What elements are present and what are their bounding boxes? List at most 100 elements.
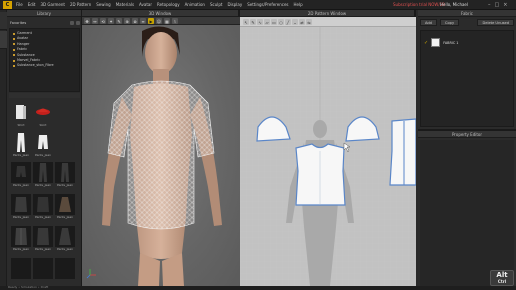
folder-icon (13, 43, 15, 46)
menu-3d-garment[interactable]: 3D Garment (40, 0, 64, 10)
library-thumbnail[interactable]: Pants_Jean (33, 162, 53, 190)
notch-icon[interactable]: ⌄ (292, 19, 298, 25)
skirt-icon (59, 197, 71, 212)
fabric-swatch (431, 38, 441, 47)
menu-help[interactable]: Help (294, 0, 303, 10)
tack-icon[interactable]: ⊗ (132, 18, 138, 24)
keystroke-line-1: Alt (496, 271, 508, 279)
library-thumbnail[interactable]: Pants_Jean (33, 132, 53, 160)
pattern-back-body[interactable] (389, 118, 416, 186)
library-thumbnail[interactable]: Pants_Jean (11, 226, 31, 254)
library-thumbnail[interactable]: Pants_Jean (55, 194, 75, 222)
folder-icon (13, 65, 15, 68)
library-thumbnail[interactable] (55, 258, 75, 286)
maximize-button[interactable]: □ (495, 2, 500, 8)
seam-icon[interactable]: ⌇ (172, 18, 178, 24)
library-thumbnail[interactable]: Pants_Jean (33, 194, 53, 222)
keystroke-overlay: Alt Ctrl (490, 270, 514, 286)
texture-icon[interactable]: ▦ (164, 18, 170, 24)
library-thumbnail[interactable] (55, 102, 75, 130)
edit-pattern-icon[interactable]: ✎ (250, 19, 256, 25)
property-editor-panel: Property Editor (418, 129, 516, 286)
internal-line-icon[interactable]: ╱ (285, 19, 291, 25)
delete-unused-button[interactable]: Delete Unused (477, 19, 514, 26)
pants-icon (39, 163, 47, 182)
close-button[interactable]: × (503, 2, 507, 8)
menu-retopology[interactable]: Retopology (157, 0, 180, 10)
menu-display[interactable]: Display (227, 0, 242, 10)
library-thumbnail[interactable]: Pants_Jean (33, 226, 53, 254)
transform-pattern-icon[interactable]: ↖ (243, 19, 249, 25)
tree-item[interactable]: Substance_ston_Fibre (13, 63, 79, 68)
axis-gizmo (86, 269, 96, 279)
side-tab-library[interactable] (0, 12, 7, 30)
simulate-icon[interactable]: ▶ (148, 18, 154, 24)
library-splitter[interactable] (9, 93, 80, 98)
pattern-front-body[interactable] (295, 143, 346, 206)
2d-pattern-canvas[interactable] (240, 27, 416, 286)
3d-viewport[interactable] (82, 25, 240, 286)
library-thumbnail[interactable]: Pants_Jean (11, 132, 31, 160)
library-thumbnail-grid: Shirt Skirt Pants_Jean Pants_Jean Pants_… (11, 102, 79, 288)
object-browser-panel: Fabric Add Copy Delete Unused ✓ FABRIC 1 (418, 10, 516, 129)
pin-icon[interactable]: ✦ (108, 18, 114, 24)
folder-icon (13, 54, 15, 57)
menu-edit[interactable]: Edit (28, 0, 36, 10)
side-tab-modular[interactable] (0, 31, 7, 49)
menu-2d-pattern[interactable]: 2D Pattern (70, 0, 91, 10)
library-thumbnail[interactable]: Shirt (11, 102, 31, 130)
pants-icon (61, 163, 69, 182)
2d-window-title: 2D Pattern Window (240, 10, 414, 17)
library-thumbnail[interactable]: Pants_Jean (55, 226, 75, 254)
avatar-3d-model (86, 26, 222, 286)
add-favorite-icon[interactable] (70, 21, 74, 25)
polygon-icon[interactable]: ▱ (264, 19, 270, 25)
menu-materials[interactable]: Materials (116, 0, 134, 10)
menu-sculpt[interactable]: Sculpt (210, 0, 223, 10)
library-thumbnail[interactable]: Skirt (33, 102, 53, 130)
brush-icon[interactable]: ✎ (116, 18, 122, 24)
fabric-item-label: FABRIC 1 (443, 40, 459, 45)
subscription-notice[interactable]: Subscription trial NOW/19 (393, 0, 445, 10)
library-thumbnail[interactable] (11, 258, 31, 286)
book-icon (16, 105, 26, 119)
library-thumbnail[interactable] (55, 132, 75, 160)
rectangle-icon[interactable]: ▭ (271, 19, 277, 25)
fabric-list-item[interactable]: ✓ FABRIC 1 (424, 38, 458, 47)
free-sewing-icon[interactable]: ⇋ (306, 19, 312, 25)
favorites-label[interactable]: Favorites (10, 21, 26, 25)
menu-animation[interactable]: Animation (185, 0, 205, 10)
menu-file[interactable]: File (16, 0, 23, 10)
measure-icon[interactable]: ≡ (140, 18, 146, 24)
fabric-list: ✓ FABRIC 1 (420, 30, 514, 127)
segment-sewing-icon[interactable]: ⇄ (299, 19, 305, 25)
copy-fabric-button[interactable]: Copy (439, 19, 460, 26)
avatar-icon[interactable]: ☺ (156, 18, 162, 24)
window-controls: – □ × (488, 2, 507, 8)
add-fabric-button[interactable]: Add (420, 19, 437, 26)
library-thumbnail[interactable]: Pants_Jean (55, 162, 75, 190)
edit-curve-icon[interactable]: ∿ (257, 19, 263, 25)
library-thumbnail[interactable] (33, 258, 53, 286)
circle-icon[interactable]: ○ (278, 19, 284, 25)
library-thumbnail[interactable]: Pants_Jean (11, 162, 31, 190)
object-browser-tab[interactable]: Fabric (418, 10, 516, 17)
move-icon[interactable]: ↔ (92, 18, 98, 24)
select-mesh-icon[interactable]: ✥ (84, 18, 90, 24)
user-greeting[interactable]: Hello, Michael (440, 0, 468, 10)
menu-sewing[interactable]: Sewing (96, 0, 110, 10)
menu-avatar[interactable]: Avatar (139, 0, 152, 10)
stitch-icon[interactable]: ⊕ (124, 18, 130, 24)
menu-settings[interactable]: Settings/Preferences (247, 0, 288, 10)
fold-icon[interactable]: ⟲ (100, 18, 106, 24)
library-thumbnail[interactable]: Pants_Jean (11, 194, 31, 222)
coat-icon (15, 228, 27, 245)
library-panel: Library Favorites Garment Avatar Hanger … (7, 10, 82, 286)
status-bar: Ready • Simulation • Draft (0, 285, 516, 290)
refresh-icon[interactable] (76, 21, 80, 25)
minimize-button[interactable]: – (488, 2, 491, 8)
2d-toolbar: ↖ ✎ ∿ ▱ ▭ ○ ╱ ⌄ ⇄ ⇋ (240, 17, 416, 27)
favorites-bar: Favorites (10, 19, 80, 27)
folder-icon (13, 32, 15, 35)
jacket-icon (37, 197, 49, 212)
